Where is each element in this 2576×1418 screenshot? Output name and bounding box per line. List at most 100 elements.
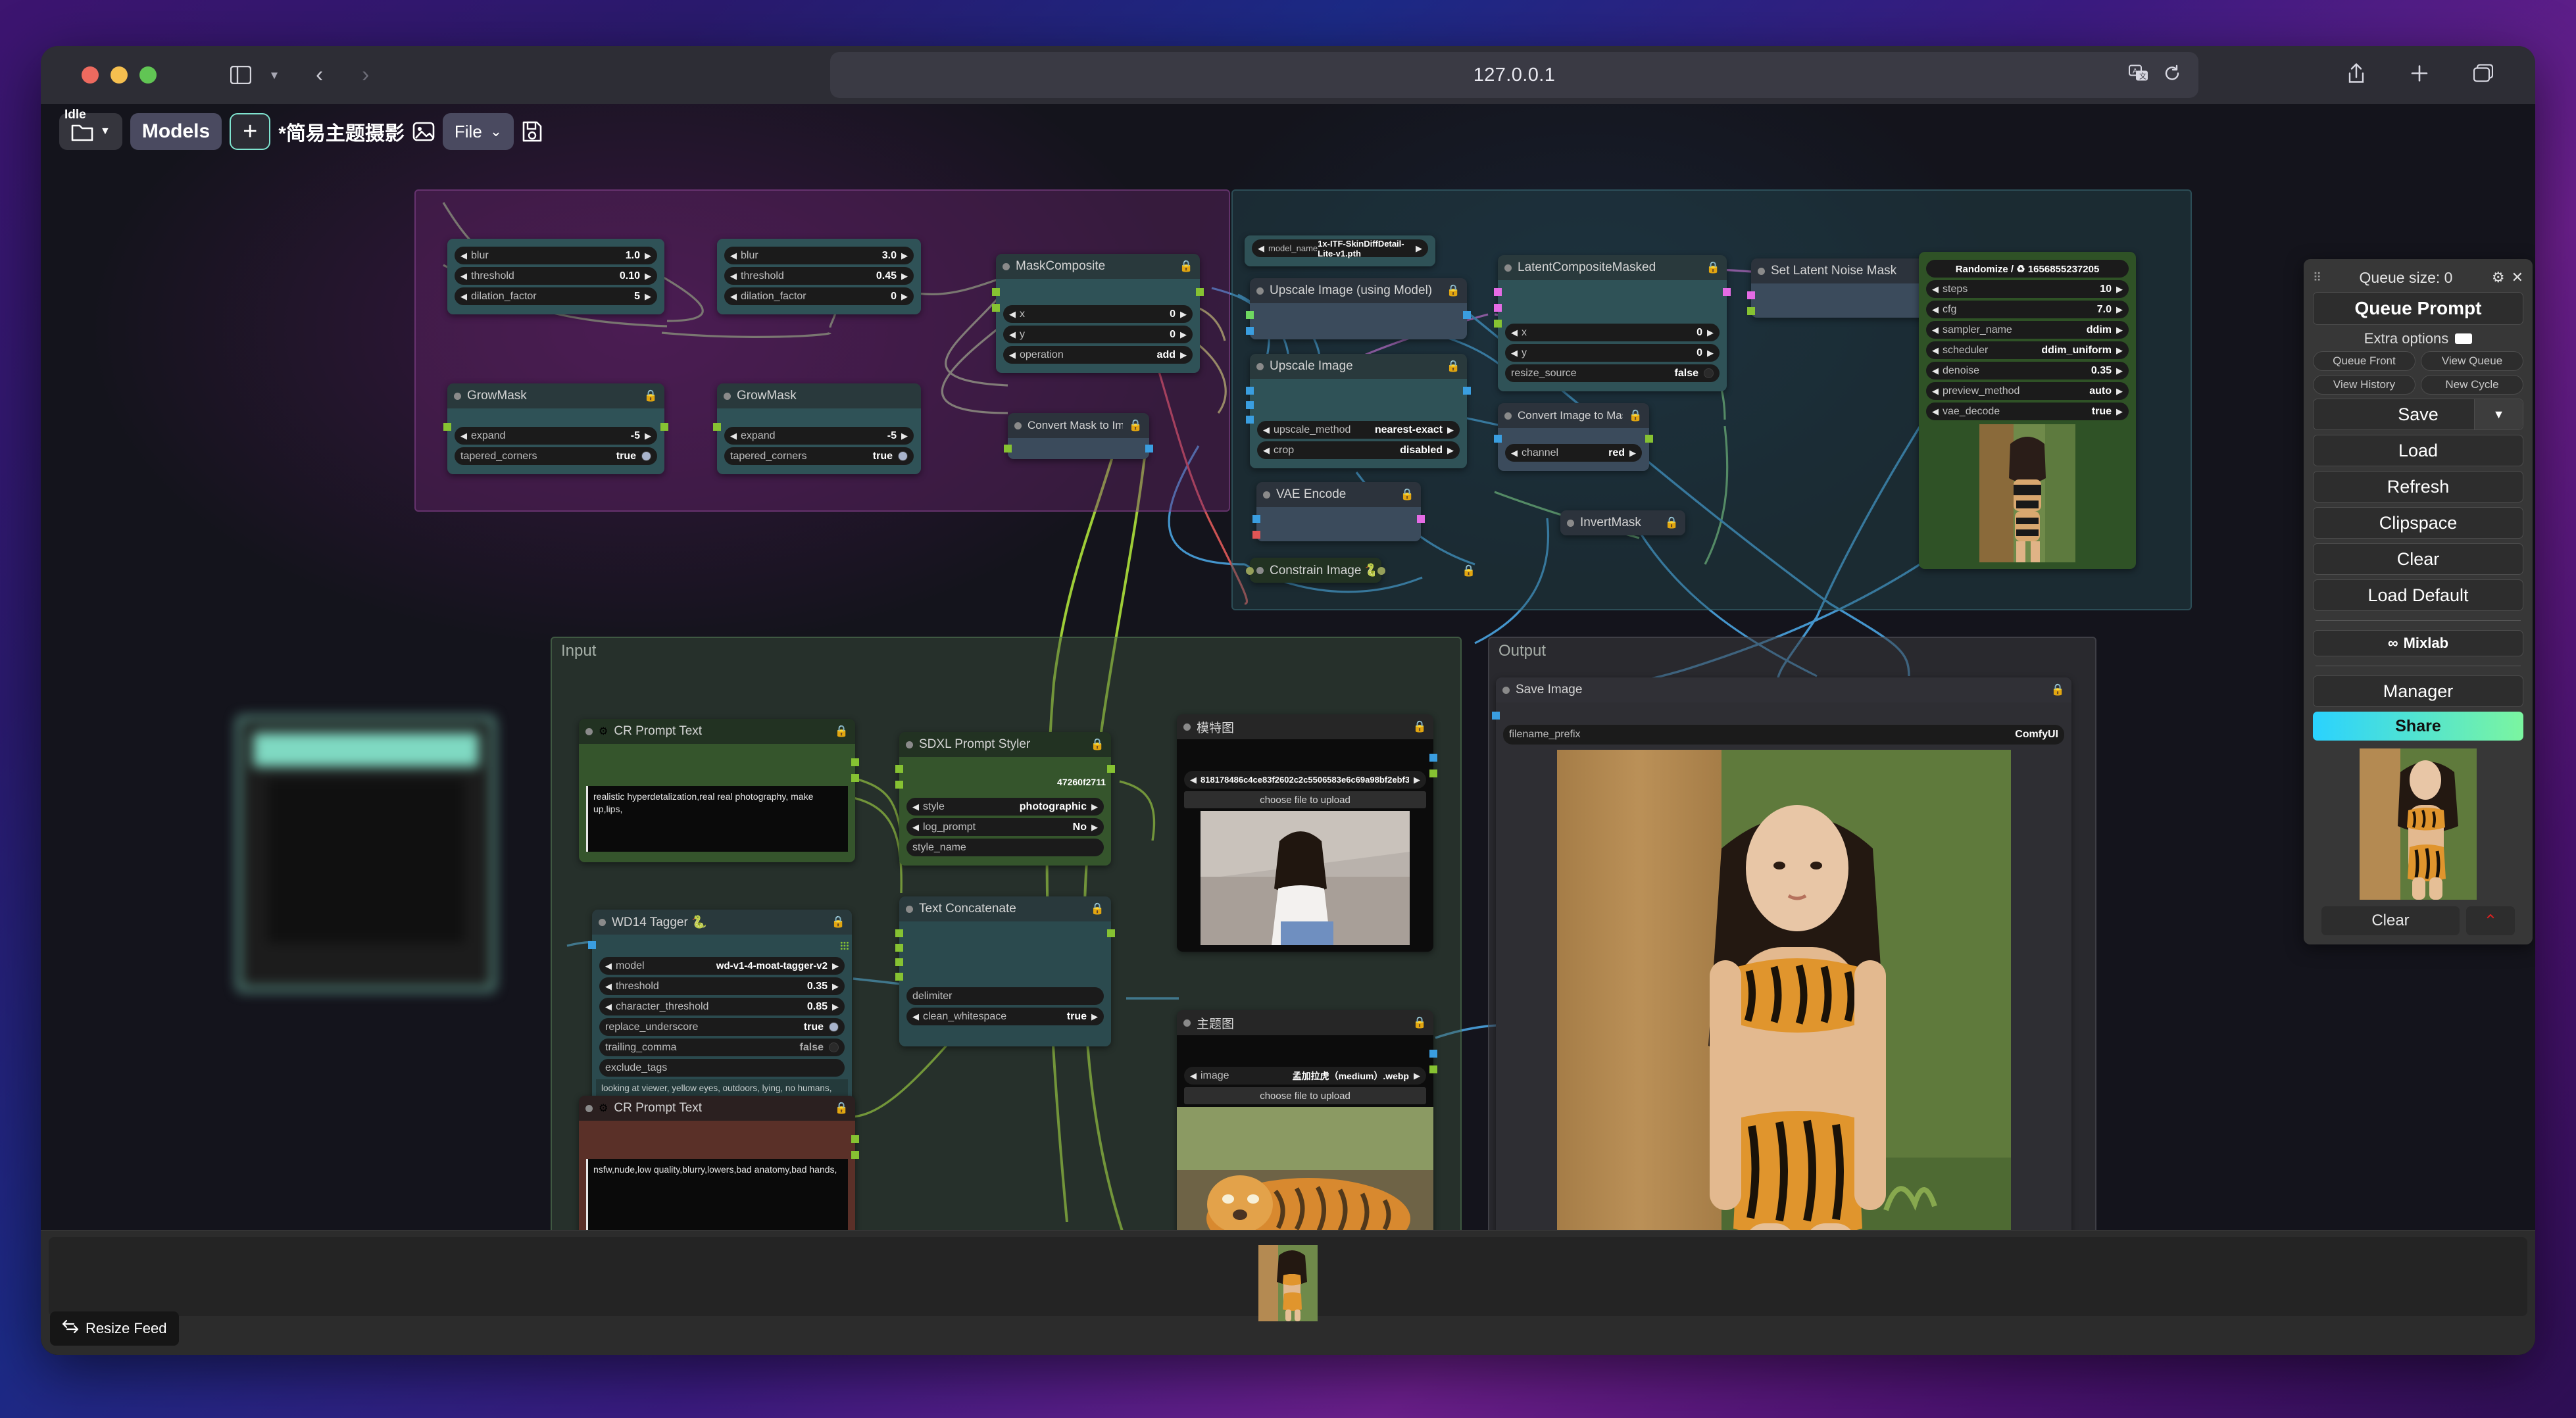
widget-seed-randomize[interactable]: Randomize / ♻ 1656855237205 bbox=[1926, 260, 2129, 278]
close-window-button[interactable] bbox=[82, 66, 99, 84]
input-slot-upscale-model[interactable] bbox=[1246, 311, 1254, 319]
drag-handle-icon[interactable]: ⠿ bbox=[2313, 272, 2321, 283]
node-maskcomposite[interactable]: MaskComposite 🔒 ◀ x 0 ▶ ◀ y 0 ▶ ◀ operation add ▶ bbox=[992, 254, 1204, 373]
feed-thumbnail[interactable] bbox=[1258, 1245, 1318, 1321]
extra-options-checkbox[interactable] bbox=[2455, 333, 2473, 344]
panel-clear-button[interactable]: Clear bbox=[2321, 906, 2460, 935]
node-collapse-dot[interactable] bbox=[1256, 362, 1264, 370]
minimize-window-button[interactable] bbox=[111, 66, 128, 84]
node-sdxl-prompt-styler[interactable]: SDXL Prompt Styler 🔒 47260f2711 ◀ style pho… bbox=[895, 732, 1115, 866]
output-slot-mask[interactable] bbox=[660, 423, 668, 431]
input-slot-text-b[interactable] bbox=[895, 944, 903, 952]
chevron-up-icon[interactable]: ⌃ bbox=[2466, 906, 2515, 935]
gear-icon[interactable]: ⚙ bbox=[2492, 269, 2505, 286]
node-wd14-tagger[interactable]: WD14 Tagger 🐍 🔒 ◀ model wd-v1-4-moat-tagger… bbox=[588, 910, 852, 1118]
input-slot-mask[interactable] bbox=[1747, 307, 1755, 315]
input-slot-text-a[interactable] bbox=[895, 929, 903, 937]
output-slot-latent[interactable] bbox=[1723, 288, 1731, 296]
load-button[interactable]: Load bbox=[2313, 435, 2523, 466]
input-slot-mask[interactable] bbox=[713, 423, 721, 431]
forward-arrow-icon[interactable]: › bbox=[362, 62, 369, 88]
address-bar[interactable]: 127.0.0.1 A文 bbox=[830, 52, 2198, 98]
node-model-image-loader[interactable]: 模特图 🔒 ◀ 818178486c4ce83f2602c2c5506583e6c6… bbox=[1177, 714, 1437, 952]
plus-icon[interactable] bbox=[2410, 64, 2429, 86]
input-slot-text-c[interactable] bbox=[895, 958, 903, 966]
input-slot-text-positive[interactable] bbox=[895, 765, 903, 773]
lock-icon[interactable]: 🔒 bbox=[1447, 284, 1460, 297]
node-collapse-dot[interactable] bbox=[724, 392, 731, 400]
node-load-upscale-model[interactable]: ◀ model_name 1x-ITF-SkinDiffDetail-Lite-v1… bbox=[1245, 235, 1435, 266]
chevron-down-icon[interactable]: ▼ bbox=[2474, 399, 2523, 429]
reload-icon[interactable] bbox=[2163, 64, 2181, 86]
output-slot-mask[interactable] bbox=[1429, 1065, 1437, 1073]
input-slot-image[interactable] bbox=[1494, 435, 1502, 443]
node-cr-prompt-text-positive[interactable]: ⚙ CR Prompt Text 🔒 realistic hyperdetali… bbox=[579, 719, 859, 862]
lock-icon[interactable]: 🔒 bbox=[1629, 409, 1643, 422]
save-button[interactable]: Save ▼ bbox=[2313, 399, 2523, 430]
input-slot-mask[interactable] bbox=[1004, 445, 1012, 452]
image-feed-strip[interactable] bbox=[49, 1237, 2527, 1321]
mixlab-button[interactable]: ∞ Mixlab bbox=[2313, 630, 2523, 656]
output-slot-images[interactable] bbox=[1377, 567, 1385, 575]
node-growmask-right[interactable]: GrowMask ◀ expand -5 ▶ tapered_corners true bbox=[713, 383, 921, 474]
node-growmask-left[interactable]: GrowMask 🔒 ◀ expand -5 ▶ tapered_corners true bbox=[443, 383, 668, 474]
lock-icon[interactable]: 🔒 bbox=[1462, 564, 1475, 577]
node-latent-composite-masked[interactable]: LatentCompositeMasked 🔒 ◀ x 0 ▶ ◀ y 0 ▶ resize_… bbox=[1494, 255, 1731, 391]
node-collapse-dot[interactable] bbox=[599, 918, 606, 926]
output-slot-mask[interactable] bbox=[1196, 288, 1204, 296]
node-invertmask[interactable]: InvertMask 🔒 bbox=[1560, 510, 1685, 535]
input-slot-mask[interactable] bbox=[443, 423, 451, 431]
tab-overview-icon[interactable] bbox=[2473, 64, 2494, 86]
node-collapse-dot[interactable] bbox=[585, 1104, 593, 1112]
node-collapse-dot[interactable] bbox=[1183, 1019, 1191, 1027]
lock-icon[interactable]: 🔒 bbox=[835, 725, 849, 738]
node-collapse-dot[interactable] bbox=[1502, 686, 1510, 694]
input-slot-pixels[interactable] bbox=[1252, 515, 1260, 523]
file-menu-button[interactable]: File ⌄ bbox=[442, 113, 514, 150]
output-slot-string[interactable] bbox=[1107, 929, 1115, 937]
node-collapse-dot[interactable] bbox=[454, 392, 461, 400]
gear-icon[interactable]: ⚙ bbox=[599, 1102, 608, 1115]
node-collapse-dot[interactable] bbox=[585, 727, 593, 735]
choose-file-to-upload-button[interactable]: choose file to upload bbox=[1184, 791, 1426, 808]
output-slot-text-positive[interactable] bbox=[1107, 765, 1115, 773]
lock-icon[interactable]: 🔒 bbox=[1413, 1016, 1427, 1029]
node-convert-image-to-mask[interactable]: Convert Image to Mask 🔒 ◀ channel red ▶ bbox=[1494, 403, 1653, 471]
toggle-switch[interactable] bbox=[829, 1022, 839, 1032]
image-icon[interactable] bbox=[412, 121, 435, 142]
clear-button[interactable]: Clear bbox=[2313, 543, 2523, 575]
input-slot-vae[interactable] bbox=[1252, 531, 1260, 539]
input-slot-width[interactable] bbox=[1246, 401, 1254, 409]
node-collapse-dot[interactable] bbox=[1256, 287, 1264, 295]
toggle-switch[interactable] bbox=[641, 451, 651, 461]
node-collapse-dot[interactable] bbox=[1504, 412, 1512, 420]
node-set-latent-noise-mask[interactable]: Set Latent Noise Mask bbox=[1747, 258, 1942, 318]
queue-prompt-button[interactable]: Queue Prompt bbox=[2313, 292, 2523, 325]
node-collapse-dot[interactable] bbox=[1263, 491, 1270, 499]
close-icon[interactable]: ✕ bbox=[2512, 269, 2523, 286]
input-slot-mask[interactable] bbox=[1494, 320, 1502, 328]
lock-icon[interactable]: 🔒 bbox=[835, 1102, 849, 1115]
output-slot-mask[interactable] bbox=[1429, 770, 1437, 777]
toggle-switch[interactable] bbox=[829, 1042, 839, 1052]
input-slot-images[interactable] bbox=[1246, 567, 1254, 575]
node-vae-encode[interactable]: VAE Encode 🔒 bbox=[1252, 482, 1425, 541]
output-slot-latent[interactable] bbox=[1417, 515, 1425, 523]
prompt-textarea[interactable]: realistic hyperdetalization,real real ph… bbox=[586, 786, 848, 852]
lock-icon[interactable]: 🔒 bbox=[1400, 488, 1414, 501]
input-slot-destination[interactable] bbox=[1494, 288, 1502, 296]
clipspace-button[interactable]: Clipspace bbox=[2313, 507, 2523, 539]
lock-icon[interactable]: 🔒 bbox=[1091, 738, 1104, 751]
sidebar-chevron-down-icon[interactable]: ▾ bbox=[271, 67, 278, 84]
node-convert-mask-to-image[interactable]: Convert Mask to Image🔒 bbox=[1004, 413, 1153, 459]
input-slot-image[interactable] bbox=[1246, 327, 1254, 335]
lock-icon[interactable]: 🔒 bbox=[1413, 720, 1427, 733]
input-slot-destination[interactable] bbox=[992, 288, 1000, 296]
input-slot-image[interactable] bbox=[1246, 387, 1254, 395]
input-slot-source[interactable] bbox=[992, 304, 1000, 312]
refresh-button[interactable]: Refresh bbox=[2313, 471, 2523, 502]
share-icon[interactable] bbox=[2347, 63, 2365, 87]
back-arrow-icon[interactable]: ‹ bbox=[316, 62, 323, 88]
queue-result-thumbnail[interactable] bbox=[2360, 748, 2477, 900]
add-workflow-button[interactable]: + bbox=[230, 113, 271, 150]
